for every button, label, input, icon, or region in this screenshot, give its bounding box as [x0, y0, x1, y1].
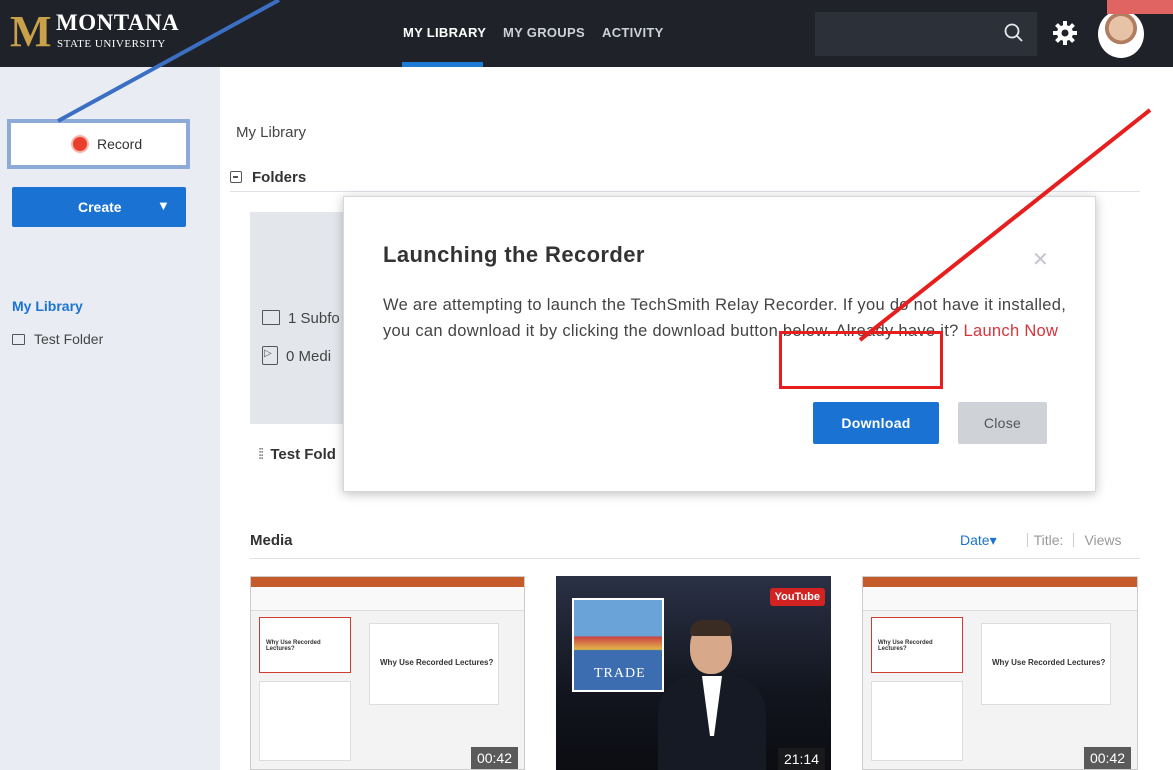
top-nav-bar: M MONTANA STATE UNIVERSITY MY LIBRARY MY…	[0, 0, 1173, 67]
slide-title-small: Why Use Recorded Lectures?	[266, 640, 321, 652]
nav-my-library[interactable]: MY LIBRARY	[403, 25, 486, 40]
logo-title: MONTANA	[56, 10, 180, 35]
slide-main: Why Use Recorded Lectures?	[981, 623, 1111, 705]
subfolder-count-text: 1 Subfo	[288, 310, 340, 327]
divider	[250, 558, 1140, 559]
app-root: M MONTANA STATE UNIVERSITY MY LIBRARY MY…	[0, 0, 1173, 770]
collapse-icon	[230, 171, 242, 183]
avatar[interactable]	[1098, 10, 1144, 58]
media-thumbnail[interactable]: Why Use Recorded Lectures? Why Use Recor…	[862, 576, 1138, 770]
folder-icon	[262, 310, 280, 325]
nav-active-indicator	[402, 62, 483, 67]
nav-activity[interactable]: ACTIVITY	[602, 25, 664, 40]
sort-title[interactable]: Title:	[1034, 532, 1064, 548]
slide-thumbnail	[259, 681, 351, 761]
download-button[interactable]: Download	[813, 402, 939, 444]
slide-title-large: Why Use Recorded Lectures?	[992, 658, 1106, 667]
caret-down-icon: ▾	[989, 532, 997, 548]
search-icon[interactable]	[1003, 22, 1025, 44]
divider	[1026, 533, 1028, 547]
logo-mark: M	[10, 7, 52, 56]
ppt-title-bar	[251, 577, 524, 587]
annotation-corner-marker	[1107, 0, 1173, 14]
slide-thumbnail	[871, 681, 963, 761]
ppt-ribbon	[863, 587, 1137, 611]
sort-date-label: Date	[960, 532, 990, 548]
launch-recorder-dialog: Launching the Recorder ✕ We are attempti…	[343, 196, 1096, 492]
sidebar	[0, 67, 220, 770]
nav-my-groups[interactable]: MY GROUPS	[503, 25, 585, 40]
university-logo[interactable]: M MONTANA STATE UNIVERSITY	[6, 6, 196, 62]
sidebar-item-label: Test Folder	[34, 331, 104, 347]
slide-thumbnail: Why Use Recorded Lectures?	[259, 617, 351, 673]
youtube-badge: YouTube	[769, 588, 825, 606]
inset-text: TRADE	[594, 666, 646, 681]
record-button[interactable]: Record	[17, 128, 180, 160]
breadcrumb: My Library	[236, 124, 307, 141]
record-highlight-box: Record	[7, 119, 190, 169]
ppt-ribbon	[251, 587, 524, 611]
media-sort-controls: Date▾ Title: Views	[960, 532, 1122, 549]
slide-title-small: Why Use Recorded Lectures?	[878, 640, 933, 652]
dialog-body: We are attempting to launch the TechSmit…	[383, 292, 1073, 344]
drag-handle-icon[interactable]: ⁞⁞	[258, 446, 265, 463]
create-button[interactable]: Create ▼	[12, 187, 186, 227]
media-thumbnail[interactable]: YouTube TRADE 21:14	[556, 576, 831, 770]
duration-badge: 00:42	[470, 747, 518, 769]
folder-title-text: Test Fold	[270, 446, 336, 463]
divider	[1073, 533, 1075, 547]
record-dot-icon	[73, 137, 87, 151]
slide-main: Why Use Recorded Lectures?	[369, 623, 499, 705]
create-button-label: Create	[78, 199, 122, 215]
folder-card-title[interactable]: ⁞⁞ Test Fold	[258, 446, 336, 463]
launch-now-highlight-box	[779, 331, 943, 389]
divider	[230, 191, 1140, 192]
close-button[interactable]: Close	[958, 402, 1047, 444]
dialog-title: Launching the Recorder	[383, 242, 645, 267]
caret-down-icon: ▼	[157, 198, 170, 213]
ppt-title-bar	[863, 577, 1137, 587]
slide-title-large: Why Use Recorded Lectures?	[380, 658, 494, 667]
folder-icon	[12, 334, 25, 345]
presenter-hair	[690, 620, 732, 636]
sidebar-item-my-library[interactable]: My Library	[12, 298, 83, 314]
duration-badge: 00:42	[1083, 747, 1131, 769]
media-thumbnail[interactable]: Why Use Recorded Lectures? Why Use Recor…	[250, 576, 525, 770]
folders-section-toggle[interactable]: Folders	[230, 169, 306, 186]
folder-media-count: 0 Medi	[262, 346, 331, 365]
sort-views[interactable]: Views	[1084, 532, 1121, 548]
media-count-text: 0 Medi	[286, 348, 332, 365]
sort-date[interactable]: Date▾	[960, 532, 997, 548]
folder-subfolder-count: 1 Subfo	[262, 310, 340, 327]
duration-badge: 21:14	[777, 748, 825, 770]
close-icon[interactable]: ✕	[1032, 247, 1049, 272]
presenter-figure	[652, 620, 772, 770]
video-inset-graphic: TRADE	[572, 598, 664, 692]
logo-subtitle: STATE UNIVERSITY	[57, 38, 166, 50]
sidebar-item-test-folder[interactable]: Test Folder	[12, 331, 103, 347]
launch-now-link[interactable]: Launch Now	[964, 322, 1059, 340]
record-button-label: Record	[97, 136, 143, 152]
gear-icon[interactable]	[1051, 19, 1079, 47]
media-file-icon	[262, 346, 278, 365]
folders-heading: Folders	[252, 169, 307, 186]
media-heading: Media	[250, 532, 293, 549]
slide-thumbnail: Why Use Recorded Lectures?	[871, 617, 963, 673]
